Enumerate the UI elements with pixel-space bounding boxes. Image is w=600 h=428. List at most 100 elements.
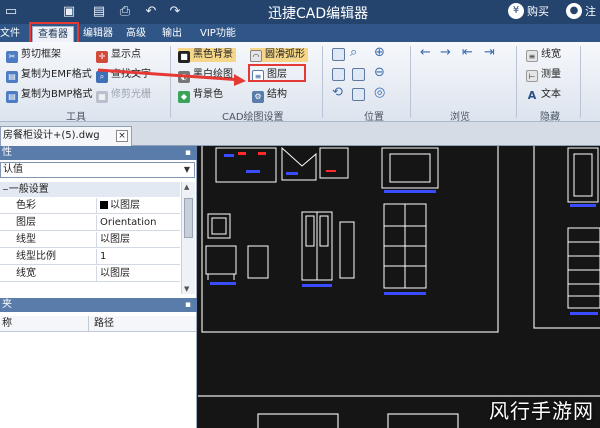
measure-icon: ⊢ <box>526 70 538 82</box>
group-label-cad-settings: CAD绘图设置 <box>222 112 284 123</box>
narrow-cabinet-elevation <box>339 221 355 279</box>
cut-frame-button[interactable]: ✂ 剪切框架 <box>6 48 61 63</box>
property-value: 以图层 <box>100 198 140 214</box>
chevron-down-icon[interactable]: ▼ <box>180 163 194 177</box>
dimension-mark <box>384 292 426 295</box>
document-tab[interactable]: 房餐柜设计+(5).dwg × <box>0 126 132 146</box>
register-button[interactable]: ● 注 <box>566 3 596 21</box>
cad-drawing <box>198 146 600 428</box>
property-value: 以图层 <box>100 268 130 279</box>
background-color-label: 背景色 <box>193 89 223 100</box>
measure-button[interactable]: ⊢ 测量 <box>526 68 561 82</box>
properties-dropdown[interactable]: 认值 ▼ <box>0 162 195 178</box>
structure-icon: ⚙ <box>252 91 264 103</box>
crop-icon: ✂ <box>6 51 18 63</box>
general-settings-section[interactable]: −一般设置 <box>0 182 180 197</box>
cabinet-elevation <box>567 147 599 203</box>
select-window-icon[interactable] <box>332 68 345 81</box>
tab-vip[interactable]: VIP功能 <box>200 26 236 42</box>
tab-editor[interactable]: 编辑器 <box>83 26 113 42</box>
first-page-icon[interactable]: ⇤ <box>462 45 473 60</box>
smooth-arc-button[interactable]: ◠ 圆滑弧形 <box>250 48 308 62</box>
folder-icon[interactable]: ▭ <box>2 3 20 21</box>
ribbon-separator <box>410 46 411 118</box>
wardrobe-elevation <box>305 215 315 247</box>
trim-raster-button[interactable]: ▦ 修剪光栅 <box>96 88 151 103</box>
group-label-browse: 浏览 <box>450 112 470 123</box>
drawing-frame <box>201 146 499 333</box>
cabinet-elevation <box>319 147 349 179</box>
property-row-linetype-scale[interactable]: 线型比例 1 <box>0 249 180 265</box>
annotation-mark <box>326 170 336 172</box>
pin-icon[interactable]: ▪ <box>185 298 191 312</box>
register-label: 注 <box>585 5 596 18</box>
extents-icon[interactable] <box>352 68 365 81</box>
tab-advanced[interactable]: 高级 <box>126 26 146 42</box>
tab-file[interactable]: 文件 <box>0 26 20 42</box>
copy-emf-label: 复制为EMF格式 <box>21 69 92 80</box>
cut-frame-label: 剪切框架 <box>21 49 61 60</box>
dimension-mark <box>286 172 298 175</box>
copy-bmp-icon: ▤ <box>6 91 18 103</box>
print-icon[interactable]: ⎙ <box>116 3 134 21</box>
property-row-linetype[interactable]: 线型 以图层 <box>0 232 180 248</box>
text-button[interactable]: A 文本 <box>526 88 561 102</box>
black-background-label: 黑色背景 <box>193 49 233 60</box>
collapse-icon[interactable]: − <box>2 185 9 194</box>
save-as-icon[interactable]: ▤ <box>90 3 108 21</box>
column-header-path[interactable]: 路径 <box>94 316 114 332</box>
trim-raster-label: 修剪光栅 <box>111 89 151 100</box>
copy-emf-icon: ▤ <box>6 71 18 83</box>
scroll-up-icon[interactable]: ▲ <box>184 183 189 191</box>
close-tab-icon[interactable]: × <box>116 130 128 142</box>
zoom-out-icon[interactable]: ⊖ <box>374 65 385 80</box>
dimension-mark <box>210 282 236 285</box>
show-points-label: 显示点 <box>111 49 141 60</box>
save-icon[interactable]: ▣ <box>60 3 78 21</box>
scroll-down-icon[interactable]: ▼ <box>184 285 189 293</box>
fit-window-icon[interactable] <box>332 48 345 61</box>
group-label-position: 位置 <box>364 112 384 123</box>
copy-bmp-button[interactable]: ▤ 复制为BMP格式 <box>6 88 93 103</box>
pan-icon[interactable] <box>352 88 365 101</box>
properties-scrollbar[interactable]: ▲ ▼ <box>181 182 195 294</box>
show-points-button[interactable]: ✛ 显示点 <box>96 48 141 63</box>
property-row-color[interactable]: 色彩 以图层 <box>0 198 180 214</box>
line-width-button[interactable]: ≡ 线宽 <box>526 48 561 62</box>
property-row-layer[interactable]: 图层 Orientation <box>0 215 180 231</box>
previous-view-icon[interactable]: ⟲ <box>332 85 343 100</box>
forward-arrow-icon[interactable]: → <box>440 45 451 60</box>
wardrobe-elevation <box>319 215 329 247</box>
property-value: 1 <box>100 251 107 262</box>
tab-output[interactable]: 输出 <box>162 26 182 42</box>
background-color-button[interactable]: ◆ 背景色 <box>178 88 223 103</box>
drawing-canvas[interactable]: 风行手游网 <box>198 146 600 428</box>
pin-icon[interactable]: ▪ <box>185 146 191 160</box>
black-background-button[interactable]: ■ 黑色背景 <box>178 48 236 63</box>
undo-icon[interactable]: ↶ <box>142 3 160 21</box>
cabinet-elevation <box>573 153 593 197</box>
last-page-icon[interactable]: ⇥ <box>484 45 495 60</box>
property-key: 图层 <box>16 217 36 228</box>
properties-header: 性 ▪ <box>0 146 197 160</box>
property-key: 线型比例 <box>16 251 56 262</box>
rotate-icon[interactable]: ◎ <box>374 85 385 100</box>
zoom-in-icon[interactable]: ⊕ <box>374 45 385 60</box>
column-header-name[interactable]: 称 <box>2 316 12 332</box>
structure-button[interactable]: ⚙ 结构 <box>252 88 287 103</box>
user-icon: ● <box>566 3 582 19</box>
layers-highlight <box>248 64 306 82</box>
property-value: Orientation <box>100 217 157 228</box>
dimension-mark <box>224 154 234 157</box>
back-arrow-icon[interactable]: ← <box>420 45 431 60</box>
scrollbar-thumb[interactable] <box>184 198 193 238</box>
measure-label: 测量 <box>541 69 561 80</box>
zoom-icon[interactable]: ⌕ <box>350 45 357 60</box>
copy-emf-button[interactable]: ▤ 复制为EMF格式 <box>6 68 92 83</box>
smooth-arc-label: 圆滑弧形 <box>265 49 305 60</box>
redo-icon[interactable]: ↷ <box>166 3 184 21</box>
property-row-line-width[interactable]: 线宽 以图层 <box>0 266 180 282</box>
buy-button[interactable]: ¥ 购买 <box>508 3 549 21</box>
cabinet-elevation <box>389 153 431 183</box>
color-swatch-icon <box>100 201 108 209</box>
